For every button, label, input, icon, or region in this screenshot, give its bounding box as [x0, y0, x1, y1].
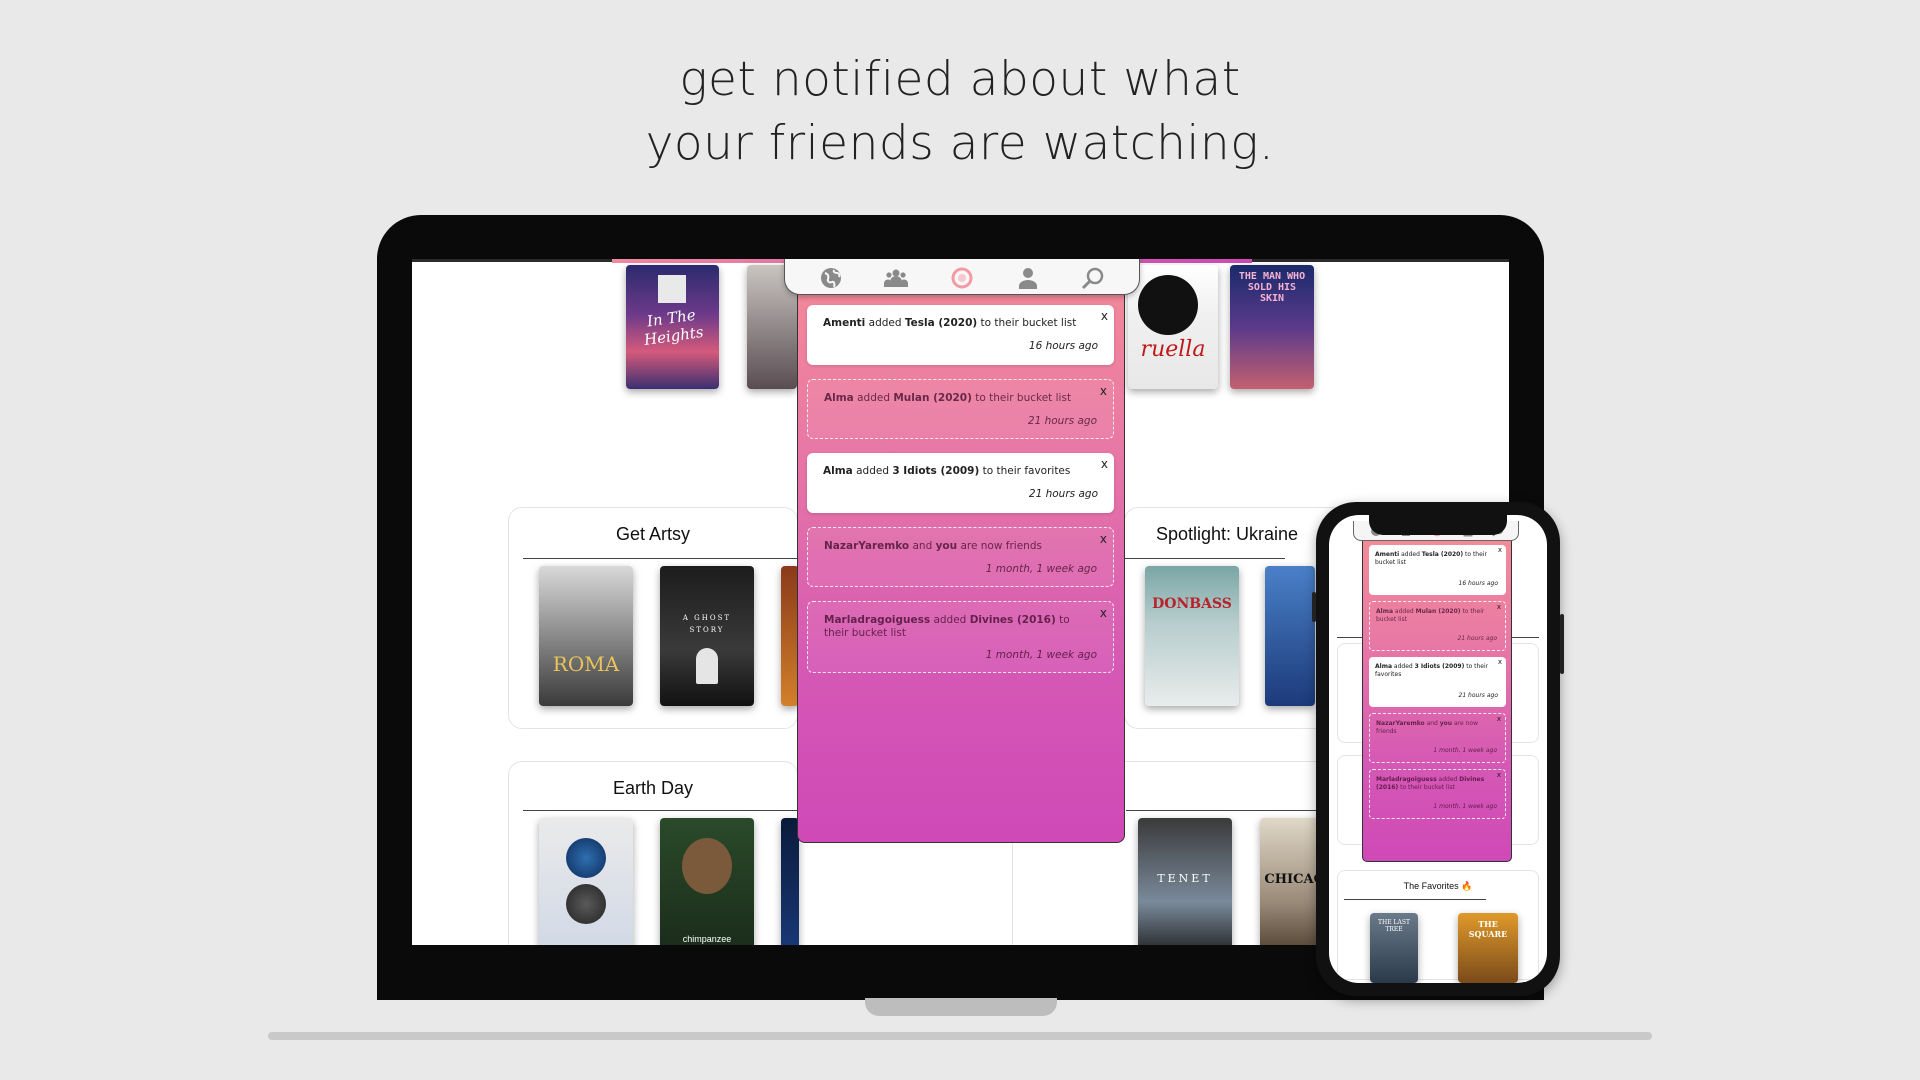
notification-item[interactable]: x Alma added 3 Idiots (2009) to their fa…	[807, 453, 1114, 513]
notification-item[interactable]: x Alma added Mulan (2020) to their bucke…	[807, 379, 1114, 439]
notification-time: 16 hours ago	[1028, 340, 1098, 352]
section-get-artsy: Get Artsy ROMA A GHOST STORY	[508, 507, 799, 729]
poster-title: In The Heights	[642, 305, 705, 349]
poster-title: ruella	[1140, 337, 1206, 362]
notification-time: 21 hours ago	[1027, 415, 1097, 427]
poster-ukraine-2[interactable]	[1265, 566, 1315, 706]
notification-text: NazarYaremko and you are now friends	[1376, 720, 1478, 735]
section-title: Get Artsy	[615, 524, 691, 544]
notification-text: Alma added 3 Idiots (2009) to their favo…	[1375, 663, 1489, 678]
notification-time: 1 month, 1 week ago	[985, 649, 1097, 661]
poster-in-the-heights[interactable]: In The Heights	[626, 265, 719, 389]
close-icon[interactable]: x	[1498, 658, 1502, 667]
phone-side-button	[1560, 614, 1564, 674]
poster-title: DONBASS	[1152, 596, 1232, 612]
friends-icon[interactable]	[884, 266, 908, 290]
notification-time: 21 hours ago	[1028, 488, 1098, 500]
phone-favorites-card: The Favorites 🔥 THE LAST TREE THE SQUARE	[1337, 870, 1539, 983]
notification-time: 21 hours ago	[1457, 634, 1497, 642]
poster-inconvenient-sequel[interactable]	[539, 818, 633, 945]
laptop-notch	[865, 998, 1057, 1016]
poster-man-who-sold-his-skin[interactable]: THE MAN WHO SOLD HIS SKIN	[1230, 265, 1314, 389]
notification-text: Alma added Mulan (2020) to their bucket …	[824, 392, 1072, 404]
poster-title: THE SQUARE	[1468, 919, 1508, 939]
poster-title: THE MAN WHO SOLD HIS SKIN	[1238, 271, 1306, 304]
poster-art	[1138, 275, 1198, 335]
ghost-figure	[696, 648, 718, 684]
phone-volume-button	[1312, 592, 1316, 622]
notification-text: Marladragoiguess added Divines (2016) to…	[1376, 776, 1485, 791]
poster-cruella[interactable]: ruella	[1128, 265, 1218, 389]
notification-item[interactable]: x Amenti added Tesla (2020) to their buc…	[807, 305, 1114, 365]
notification-item[interactable]: x NazarYaremko and you are now friends 1…	[807, 527, 1114, 587]
chimp-face	[682, 838, 732, 894]
search-icon[interactable]	[1081, 266, 1105, 290]
close-icon[interactable]: x	[1101, 310, 1108, 323]
fire-icon: 🔥	[1461, 881, 1473, 891]
globe-art	[566, 884, 606, 924]
phone-section-rule	[1344, 899, 1486, 900]
notification-time: 1 month, 1 week ago	[1433, 746, 1497, 754]
notification-text: NazarYaremko and you are now friends	[824, 540, 1042, 552]
notification-text: Amenti added Tesla (2020) to their bucke…	[823, 317, 1077, 329]
phone-favorites-title: The Favorites 🔥	[1403, 881, 1473, 891]
poster-title: ROMA	[552, 652, 620, 676]
globe-icon[interactable]	[819, 266, 843, 290]
close-icon[interactable]: x	[1497, 603, 1501, 612]
notification-item[interactable]: x Marladragoiguess added Divines (2016) …	[807, 601, 1114, 673]
poster-the-square[interactable]: THE SQUARE	[1458, 913, 1518, 983]
profile-icon[interactable]	[1016, 266, 1040, 290]
poster-chimpanzee[interactable]: chimpanzee	[660, 818, 754, 945]
notification-text: Amenti added Tesla (2020) to their bucke…	[1375, 551, 1487, 566]
section-title: Earth Day	[612, 778, 694, 798]
phone-notification-item[interactable]: x Marladragoiguess added Divines (2016) …	[1369, 769, 1506, 819]
headline: get notified about what your friends are…	[0, 48, 1920, 176]
headline-line-1: get notified about what	[679, 52, 1241, 107]
close-icon[interactable]: x	[1101, 458, 1108, 471]
notification-time: 21 hours ago	[1458, 691, 1498, 699]
section-earth-day: Earth Day chimpanzee	[508, 761, 799, 945]
phone-notch	[1369, 515, 1507, 535]
top-navbar	[784, 259, 1140, 295]
poster-tenet[interactable]: TENET	[1138, 818, 1232, 945]
section-rule	[523, 810, 799, 811]
close-icon[interactable]: x	[1100, 385, 1107, 398]
phone-notification-item[interactable]: x NazarYaremko and you are now friends 1…	[1369, 713, 1506, 763]
phone-screen: x Amenti added Tesla (2020) to their buc…	[1329, 515, 1547, 983]
notification-text: Alma added 3 Idiots (2009) to their favo…	[823, 465, 1071, 477]
phone-notification-item[interactable]: x Amenti added Tesla (2020) to their buc…	[1369, 545, 1506, 595]
poster-the-last-tree[interactable]: THE LAST TREE	[1370, 913, 1418, 983]
qr-code	[658, 275, 686, 303]
globe-art	[566, 838, 606, 878]
section-rule	[1125, 558, 1285, 559]
phone-notification-item[interactable]: x Alma added Mulan (2020) to their bucke…	[1369, 601, 1506, 651]
notification-time: 1 month, 1 week ago	[985, 563, 1097, 575]
phone-notifications-panel: x Amenti added Tesla (2020) to their buc…	[1362, 539, 1512, 862]
laptop-base	[268, 1032, 1652, 1040]
section-rule	[523, 558, 799, 559]
section-title: Spotlight: Ukraine	[1155, 524, 1299, 544]
headline-line-2: your friends are watching.	[645, 116, 1275, 171]
close-icon[interactable]: x	[1100, 607, 1107, 620]
notification-time: 16 hours ago	[1458, 579, 1498, 587]
poster-donbass[interactable]: DONBASS	[1145, 566, 1239, 706]
close-icon[interactable]: x	[1498, 546, 1502, 555]
close-icon[interactable]: x	[1497, 771, 1501, 780]
close-icon[interactable]: x	[1497, 715, 1501, 724]
notifications-icon[interactable]	[950, 266, 974, 290]
notification-text: Marladragoiguess added Divines (2016) to…	[824, 614, 1070, 639]
poster-roma[interactable]: ROMA	[539, 566, 633, 706]
close-icon[interactable]: x	[1100, 533, 1107, 546]
notification-time: 1 month, 1 week ago	[1433, 802, 1497, 810]
poster-title: THE LAST TREE	[1378, 919, 1410, 933]
poster-title: TENET	[1157, 872, 1213, 885]
poster-a-ghost-story[interactable]: A GHOST STORY	[660, 566, 754, 706]
notification-text: Alma added Mulan (2020) to their bucket …	[1376, 608, 1485, 623]
poster-title: A GHOST STORY	[682, 614, 732, 634]
poster-title: chimpanzee	[682, 934, 732, 944]
phone-notification-item[interactable]: x Alma added 3 Idiots (2009) to their fa…	[1369, 657, 1506, 707]
